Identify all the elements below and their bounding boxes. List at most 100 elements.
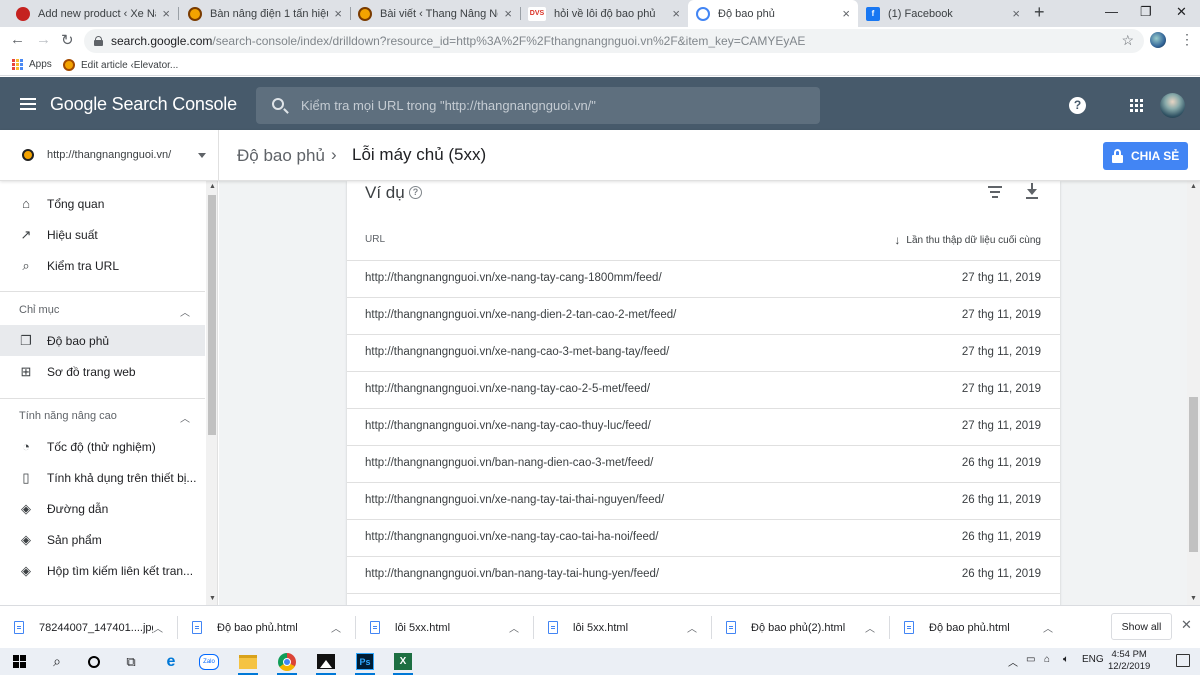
account-avatar[interactable]: [1160, 93, 1185, 118]
table-row[interactable]: http://thangnangnguoi.vn/xe-nang-tay-can…: [347, 261, 1060, 298]
url-inspection-search[interactable]: [256, 87, 820, 124]
browser-tab-1[interactable]: Add new product ‹ Xe Nâng ×: [8, 0, 178, 27]
restore-window-icon[interactable]: ❐: [1140, 4, 1152, 20]
chevron-down-icon[interactable]: [198, 153, 206, 158]
table-row[interactable]: http://thangnangnguoi.vn/xe-nang-tay-tai…: [347, 483, 1060, 520]
close-downloads-icon[interactable]: ✕: [1181, 617, 1192, 633]
table-row[interactable]: http://thangnangnguoi.vn/ban-nang-tay-ta…: [347, 557, 1060, 594]
sidebar-scrollbar[interactable]: ▲ ▼: [206, 181, 217, 605]
help-icon[interactable]: ?: [1069, 97, 1086, 114]
browser-tab-3[interactable]: Bài viết ‹ Thang Nâng Người ×: [350, 0, 520, 27]
download-item[interactable]: lỗi 5xx.html ︿: [356, 606, 533, 649]
edge-icon[interactable]: e: [160, 651, 182, 672]
reload-icon[interactable]: ↻: [61, 31, 74, 49]
chevron-up-icon[interactable]: ︿: [180, 304, 190, 319]
chrome-menu-icon[interactable]: ⋮: [1180, 31, 1194, 48]
table-row[interactable]: http://thangnangnguoi.vn/xe-nang-tay-cao…: [347, 372, 1060, 409]
close-window-icon[interactable]: ✕: [1176, 4, 1187, 20]
download-item[interactable]: Độ bao phủ(2).html ︿: [712, 606, 889, 649]
sidebar-item-mobile-usability[interactable]: ▯ Tính khả dụng trên thiết bị...: [0, 462, 205, 493]
chevron-up-icon[interactable]: ︿: [153, 620, 163, 635]
menu-icon[interactable]: [20, 98, 36, 110]
browser-tab-4[interactable]: DVS hỏi về lỗi độ bao phủ ×: [520, 0, 688, 27]
breadcrumb-coverage[interactable]: Độ bao phủ: [237, 146, 325, 166]
new-tab-icon[interactable]: +: [1034, 2, 1045, 23]
bookmark-edit-article[interactable]: Edit article ‹Elevator...: [63, 59, 178, 71]
help-icon[interactable]: ?: [409, 186, 422, 199]
google-apps-icon[interactable]: [1130, 99, 1143, 112]
zalo-icon[interactable]: Zalo: [198, 651, 220, 672]
sidebar-item-sitemaps[interactable]: ⊞ Sơ đồ trang web: [0, 356, 205, 387]
table-row[interactable]: http://thangnangnguoi.vn/ban-nang-dien-c…: [347, 446, 1060, 483]
minimize-icon[interactable]: —: [1105, 4, 1118, 19]
file-explorer-icon[interactable]: [237, 651, 259, 675]
chevron-up-icon[interactable]: ︿: [865, 620, 875, 635]
forward-icon[interactable]: →: [36, 31, 51, 48]
back-icon[interactable]: ←: [10, 31, 25, 48]
browser-tab-2[interactable]: Bàn nâng điện 1 tấn hiệu Niu ×: [180, 0, 350, 27]
browser-tab-6[interactable]: f (1) Facebook ×: [858, 0, 1028, 27]
cortana-icon[interactable]: [83, 651, 105, 672]
share-button[interactable]: CHIA SẺ: [1103, 142, 1188, 170]
download-icon[interactable]: [1026, 183, 1038, 199]
sidebar-item-overview[interactable]: ⌂ Tổng quan: [0, 188, 205, 219]
input-language[interactable]: ENG: [1082, 654, 1104, 665]
table-row[interactable]: http://thangnangnguoi.vn/xe-nang-tay-cao…: [347, 520, 1060, 557]
battery-icon[interactable]: ▭: [1026, 654, 1035, 665]
download-item[interactable]: Độ bao phủ.html ︿: [178, 606, 355, 649]
system-clock[interactable]: 4:54 PM 12/2/2019: [1108, 649, 1150, 673]
close-tab-icon[interactable]: ×: [672, 6, 680, 21]
close-tab-icon[interactable]: ×: [334, 6, 342, 21]
search-icon[interactable]: ⌕: [46, 651, 68, 672]
chrome-icon[interactable]: [276, 651, 298, 675]
chrome-profile-avatar[interactable]: [1150, 32, 1166, 48]
show-all-downloads-button[interactable]: Show all: [1111, 613, 1172, 640]
close-tab-icon[interactable]: ×: [504, 6, 512, 21]
chevron-up-icon[interactable]: ︿: [180, 410, 190, 425]
address-bar[interactable]: search.google.com/search-console/index/d…: [84, 29, 1144, 53]
chevron-up-icon[interactable]: ︿: [509, 620, 519, 635]
sidebar-item-speed[interactable]: ◔ Tốc độ (thử nghiệm): [0, 431, 205, 462]
download-item[interactable]: Độ bao phủ.html ︿: [890, 606, 1067, 649]
photos-icon[interactable]: [315, 651, 337, 675]
chevron-up-icon[interactable]: ︿: [687, 620, 697, 635]
network-icon[interactable]: ⌂: [1044, 654, 1050, 665]
sidebar-section-index[interactable]: Chỉ mục: [19, 304, 59, 316]
table-row[interactable]: http://thangnangnguoi.vn/xe-nang-tay-cao…: [347, 409, 1060, 446]
close-tab-icon[interactable]: ×: [1012, 6, 1020, 21]
excel-icon[interactable]: X: [392, 651, 414, 675]
sidebar-item-sitelinks-searchbox[interactable]: ◈ Hộp tìm kiếm liên kết tran...: [0, 555, 205, 586]
sidebar-item-coverage[interactable]: ❐ Độ bao phủ: [0, 325, 205, 356]
url-inspection-input[interactable]: [301, 95, 801, 115]
action-center-icon[interactable]: [1176, 654, 1190, 667]
bookmark-star-icon[interactable]: ☆: [1121, 32, 1134, 49]
property-selector[interactable]: http://thangnangnguoi.vn/: [47, 149, 171, 161]
close-tab-icon[interactable]: ×: [842, 6, 850, 21]
windows-start-icon[interactable]: [8, 651, 30, 672]
sidebar-item-performance[interactable]: ↗ Hiệu suất: [0, 219, 205, 250]
sidebar-section-enhancements[interactable]: Tính năng nâng cao: [19, 410, 117, 422]
sidebar-item-url-inspection[interactable]: ⌕ Kiểm tra URL: [0, 250, 205, 281]
table-row[interactable]: http://thangnangnguoi.vn/xe-nang-cao-3-m…: [347, 335, 1060, 372]
browser-tab-5-active[interactable]: Độ bao phủ ×: [688, 0, 858, 27]
task-view-icon[interactable]: ⧉: [120, 651, 142, 672]
chevron-up-icon[interactable]: ︿: [331, 620, 341, 635]
scrollbar-thumb[interactable]: [1189, 397, 1198, 552]
bookmark-apps[interactable]: Apps: [12, 59, 52, 70]
page-scrollbar[interactable]: ▲ ▼: [1187, 181, 1200, 605]
gsc-logo[interactable]: Google Search Console: [50, 94, 237, 115]
column-header-last-crawled[interactable]: ↓ Lần thu thập dữ liệu cuối cùng: [894, 233, 1041, 247]
photoshop-icon[interactable]: Ps: [354, 651, 376, 675]
sidebar-item-products[interactable]: ◈ Sản phẩm: [0, 524, 205, 555]
download-item[interactable]: lỗi 5xx.html ︿: [534, 606, 711, 649]
filter-icon[interactable]: [988, 186, 1002, 201]
show-hidden-icons-icon[interactable]: ︿: [1008, 654, 1018, 669]
scrollbar-thumb[interactable]: [208, 195, 216, 435]
sidebar-item-breadcrumbs[interactable]: ◈ Đường dẫn: [0, 493, 205, 524]
column-header-url[interactable]: URL: [365, 234, 385, 245]
download-item[interactable]: 78244007_147401....jpg ︿: [0, 606, 177, 649]
volume-icon[interactable]: 🔈︎: [1063, 654, 1069, 665]
lock-icon[interactable]: [94, 36, 103, 46]
table-row[interactable]: http://thangnangnguoi.vn/xe-nang-dien-2-…: [347, 298, 1060, 335]
chevron-up-icon[interactable]: ︿: [1043, 620, 1053, 635]
